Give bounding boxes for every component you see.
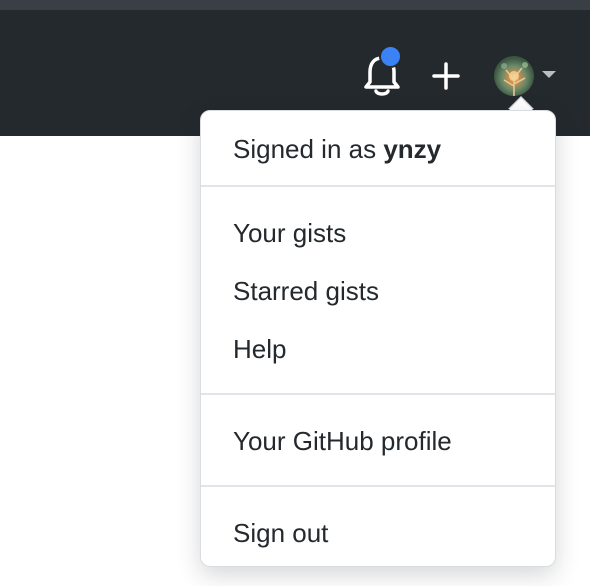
menu-item-help[interactable]: Help — [233, 333, 286, 365]
browser-top-strip — [0, 0, 590, 10]
menu-item-your-gists[interactable]: Your gists — [233, 217, 346, 249]
user-menu-button[interactable] — [490, 54, 562, 98]
menu-divider — [201, 393, 555, 395]
avatar-image — [501, 62, 528, 96]
menu-pointer — [509, 98, 533, 110]
avatar — [494, 56, 534, 96]
create-new-button[interactable] — [428, 58, 464, 94]
chevron-down-icon — [542, 71, 556, 78]
menu-item-sign-out[interactable]: Sign out — [233, 517, 328, 549]
notification-indicator — [379, 45, 402, 68]
menu-item-github-profile[interactable]: Your GitHub profile — [233, 425, 452, 457]
signed-in-prefix: Signed in as — [233, 134, 377, 164]
menu-divider — [201, 485, 555, 487]
user-dropdown-menu: Signed in as ynzy Your gists Starred gis… — [200, 110, 556, 567]
menu-item-starred-gists[interactable]: Starred gists — [233, 275, 379, 307]
menu-divider — [201, 185, 555, 187]
plus-icon — [432, 62, 460, 90]
username: ynzy — [383, 134, 442, 164]
signed-in-status: Signed in as ynzy — [233, 133, 441, 165]
